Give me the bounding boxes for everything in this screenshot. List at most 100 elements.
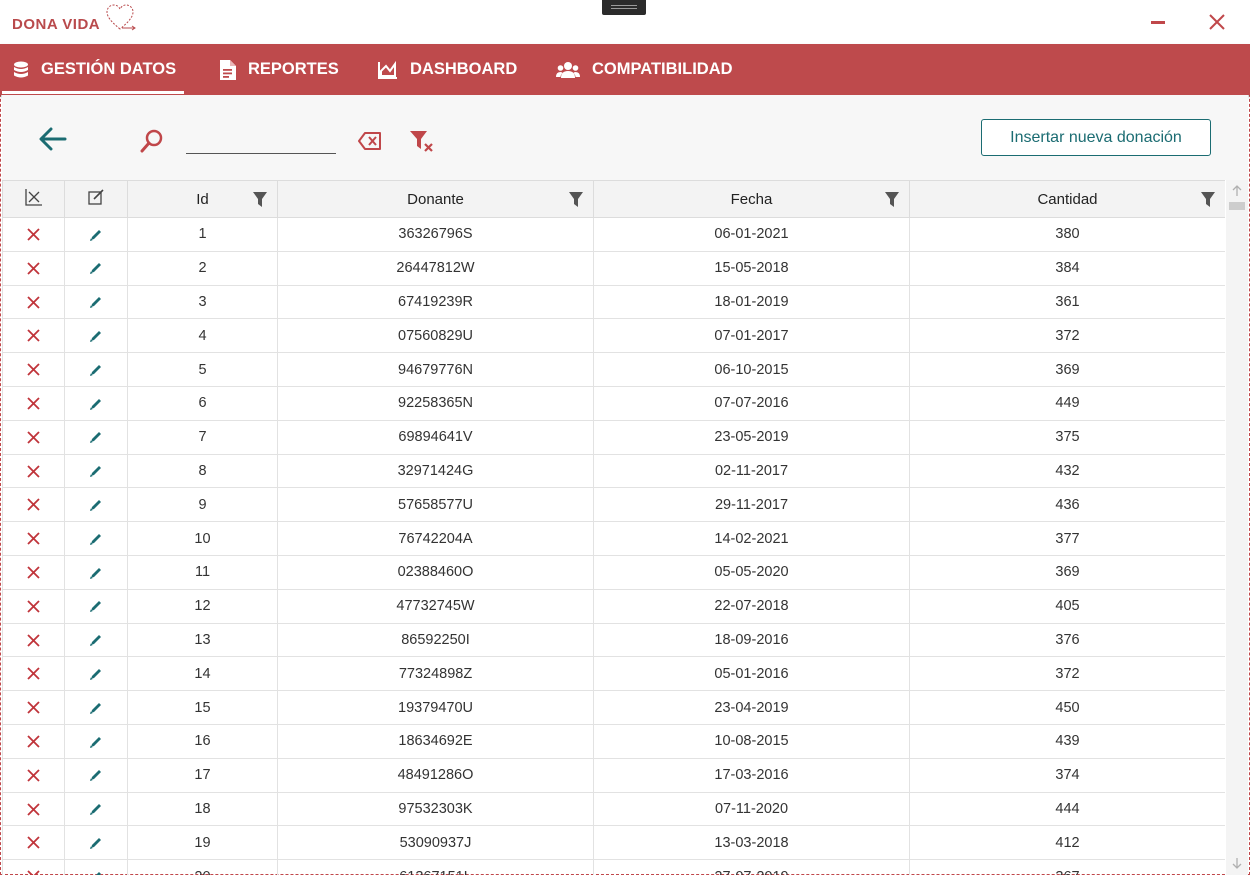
pencil-icon[interactable] — [89, 768, 103, 782]
pencil-icon[interactable] — [89, 870, 103, 875]
delete-icon[interactable] — [27, 262, 40, 275]
filter-icon[interactable] — [253, 192, 267, 207]
delete-icon[interactable] — [27, 498, 40, 512]
delete-cell — [2, 723, 65, 759]
table-row[interactable]: 13 86592250I 18-09-2016 376 — [2, 622, 1225, 658]
pencil-icon[interactable] — [89, 667, 103, 681]
edit-column-header — [64, 180, 128, 218]
tab-dashboard[interactable]: DASHBOARD — [378, 44, 517, 95]
table-row[interactable]: 12 47732745W 22-07-2018 405 — [2, 588, 1225, 624]
delete-icon[interactable] — [27, 363, 40, 376]
table-row[interactable]: 17 48491286O 17-03-2016 374 — [2, 757, 1225, 793]
delete-icon[interactable] — [27, 397, 40, 410]
table-row[interactable]: 7 69894641V 23-05-2019 375 — [2, 419, 1225, 455]
title-bar[interactable]: DONA VIDA — [0, 0, 1250, 44]
cell-donante: 18634692E — [277, 723, 594, 759]
delete-icon[interactable] — [27, 431, 40, 444]
cell-cantidad: 374 — [909, 757, 1225, 793]
delete-icon[interactable] — [27, 701, 40, 714]
back-button[interactable] — [36, 124, 70, 154]
table-row[interactable]: 8 32971424G 02-11-2017 432 — [2, 453, 1225, 489]
table-row[interactable]: 1 36326796S 06-01-2021 380 — [2, 217, 1225, 252]
insert-donation-button[interactable]: Insertar nueva donación — [981, 119, 1211, 156]
cell-donante: 67419239R — [277, 284, 594, 320]
table-row[interactable]: 19 53090937J 13-03-2018 412 — [2, 825, 1225, 861]
table-row[interactable]: 3 67419239R 18-01-2019 361 — [2, 284, 1225, 320]
pencil-icon[interactable] — [89, 464, 103, 478]
table-row[interactable]: 11 02388460O 05-05-2020 369 — [2, 554, 1225, 590]
pencil-icon[interactable] — [89, 228, 103, 242]
table-row[interactable]: 16 18634692E 10-08-2015 439 — [2, 723, 1225, 759]
delete-icon[interactable] — [27, 870, 40, 875]
table-row[interactable]: 14 77324898Z 05-01-2016 372 — [2, 656, 1225, 692]
table-row[interactable]: 10 76742204A 14-02-2021 377 — [2, 521, 1225, 556]
scroll-down-icon[interactable] — [1231, 856, 1243, 874]
pencil-icon[interactable] — [89, 498, 103, 512]
delete-icon[interactable] — [27, 296, 40, 309]
pencil-icon[interactable] — [89, 701, 103, 715]
pencil-icon[interactable] — [89, 397, 103, 411]
tab-reportes[interactable]: REPORTES — [218, 44, 339, 95]
minimize-button[interactable] — [1141, 6, 1175, 38]
search-button[interactable] — [138, 127, 166, 155]
pencil-icon[interactable] — [89, 295, 103, 309]
filter-icon[interactable] — [569, 192, 583, 207]
column-header-donante[interactable]: Donante — [277, 180, 594, 218]
pencil-icon[interactable] — [89, 261, 103, 275]
edit-cell — [64, 453, 128, 489]
pencil-icon[interactable] — [89, 802, 103, 816]
pencil-icon[interactable] — [89, 633, 103, 647]
delete-icon[interactable] — [27, 836, 40, 850]
cell-id: 17 — [127, 757, 278, 793]
table-row[interactable]: 4 07560829U 07-01-2017 372 — [2, 318, 1225, 354]
delete-icon[interactable] — [27, 465, 40, 478]
filter-icon[interactable] — [885, 192, 899, 207]
pencil-icon[interactable] — [89, 532, 103, 546]
delete-cell — [2, 656, 65, 692]
clear-search-button[interactable] — [356, 128, 384, 154]
pencil-icon[interactable] — [89, 363, 103, 377]
column-header-fecha[interactable]: Fecha — [593, 180, 910, 218]
delete-icon[interactable] — [27, 329, 40, 343]
delete-icon[interactable] — [27, 769, 40, 782]
tab-compatibilidad[interactable]: COMPATIBILIDAD — [556, 44, 733, 95]
filter-icon[interactable] — [1201, 192, 1215, 207]
table-row[interactable]: 15 19379470U 23-04-2019 450 — [2, 690, 1225, 725]
table-row[interactable]: 18 97532303K 07-11-2020 444 — [2, 791, 1225, 827]
table-row[interactable]: 9 57658577U 29-11-2017 436 — [2, 487, 1225, 523]
tab-gestion-datos[interactable]: GESTIÓN DATOS — [13, 44, 176, 95]
delete-icon[interactable] — [27, 802, 40, 816]
scrollbar-thumb[interactable] — [1229, 202, 1245, 210]
pencil-icon[interactable] — [89, 599, 103, 613]
cell-cantidad: 369 — [909, 554, 1225, 590]
delete-icon[interactable] — [27, 600, 40, 613]
delete-icon[interactable] — [27, 633, 40, 647]
pencil-icon[interactable] — [89, 329, 103, 343]
cell-cantidad: 361 — [909, 284, 1225, 320]
delete-icon[interactable] — [27, 735, 40, 748]
delete-icon[interactable] — [27, 566, 40, 579]
edit-cell — [64, 690, 128, 725]
pencil-icon[interactable] — [89, 430, 103, 444]
column-header-id[interactable]: Id — [127, 180, 278, 218]
clear-filters-button[interactable] — [407, 127, 437, 155]
pencil-icon[interactable] — [89, 836, 103, 850]
delete-cell — [2, 622, 65, 658]
close-window-button[interactable] — [1200, 6, 1234, 38]
table-row[interactable]: 2 26447812W 15-05-2018 384 — [2, 250, 1225, 286]
drag-handle[interactable] — [602, 0, 646, 15]
delete-icon[interactable] — [27, 532, 40, 545]
scroll-up-icon[interactable] — [1231, 184, 1243, 202]
table-row[interactable]: 2061367151L27-07-2019367 — [2, 859, 1225, 875]
delete-icon[interactable] — [27, 228, 40, 241]
logo-text: DONA VIDA — [12, 16, 101, 33]
vertical-scrollbar[interactable] — [1226, 180, 1248, 875]
column-header-cantidad[interactable]: Cantidad — [909, 180, 1225, 218]
table-row[interactable]: 6 92258365N 07-07-2016 449 — [2, 385, 1225, 421]
cell-id: 3 — [127, 284, 278, 320]
table-row[interactable]: 5 94679776N 06-10-2015 369 — [2, 352, 1225, 387]
pencil-icon[interactable] — [89, 566, 103, 580]
search-input[interactable] — [186, 128, 336, 154]
delete-icon[interactable] — [27, 667, 40, 681]
pencil-icon[interactable] — [89, 735, 103, 749]
